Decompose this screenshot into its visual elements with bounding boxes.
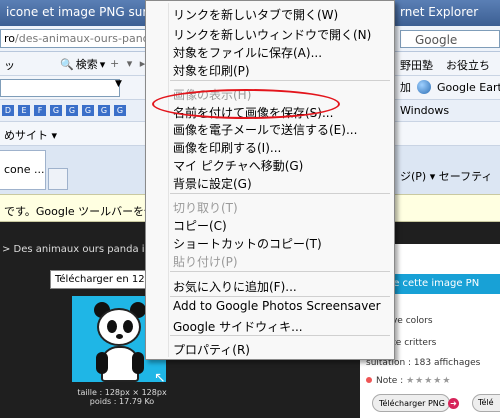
menu-separator [170, 271, 390, 272]
menu-item-open-link-new-tab[interactable]: リンクを新しいタブで開く(W) [146, 3, 394, 23]
toolbar-partial-label: ッ [4, 59, 15, 72]
menu-item-copy[interactable]: コピー(C) [146, 214, 394, 234]
magnifier-icon: 🔍 [60, 57, 74, 71]
panda-left-eye [107, 320, 117, 333]
window-title-suffix: rnet Explorer [400, 5, 479, 19]
note-label: Note : [376, 376, 404, 386]
menu-item-copy-shortcut[interactable]: ショートカットのコピー(T) [146, 232, 394, 252]
arrow-right-icon: ➜ [447, 398, 459, 409]
address-input[interactable]: ro/des-animaux-ours-panda [0, 29, 146, 48]
toolbar-search-field[interactable] [0, 79, 120, 97]
menu-item-email-picture[interactable]: 画像を電子メールで送信する(E)... [146, 118, 394, 138]
bookmark-link-2[interactable]: お役立ち [446, 57, 490, 73]
toolbar-icon-g2[interactable]: G [66, 105, 78, 116]
menu-item-set-as-background[interactable]: 背景に設定(G) [146, 172, 394, 192]
thumbnail-weight: poids : 17.79 Ko [89, 397, 155, 406]
thumbnail-size: taille : 128px × 128px [77, 388, 167, 397]
menu-item-google-sidewiki[interactable]: Google サイドウィキ... [146, 315, 394, 335]
menu-item-paste: 貼り付け(P) [173, 255, 238, 269]
toolbar-icon-g4[interactable]: G [98, 105, 110, 116]
panda-right-paw [132, 352, 144, 374]
menu-item-print-picture[interactable]: 画像を印刷する(I)... [146, 136, 394, 156]
note-bullet-icon [366, 377, 372, 383]
toolbar-icon-g5[interactable]: G [114, 105, 126, 116]
search-box[interactable]: Google [400, 30, 500, 48]
rating-line: Note : ★★★★★ [366, 376, 451, 386]
toolbar-icon-group: D E F G G G G G [2, 105, 126, 116]
menu-item-print-target[interactable]: 対象を印刷(P) [146, 59, 394, 79]
menu-item-open-link-new-window[interactable]: リンクを新しいウィンドウで開く(N) [146, 23, 394, 43]
context-menu: リンクを新しいタブで開く(W) リンクを新しいウィンドウで開く(N) 対象をファ… [145, 0, 395, 360]
address-host: ro [4, 32, 16, 45]
download-other-button[interactable]: Télé [472, 394, 500, 412]
toolbar-icon-g3[interactable]: G [82, 105, 94, 116]
menu-item-cut: 切り取り(T) [173, 201, 238, 215]
search-button-label: 検索 [75, 58, 98, 71]
thumbnail-info: taille : 128px × 128px poids : 17.79 Ko [72, 388, 172, 406]
menu-separator [170, 335, 390, 336]
toolbar-right-group: 加 Google Earth [400, 79, 500, 95]
menu-separator [170, 80, 390, 81]
suggested-sites-link[interactable]: めサイト ▾ [4, 127, 57, 143]
new-tab-button[interactable] [48, 168, 68, 190]
toolbar-icon-e[interactable]: E [18, 105, 30, 116]
bookmark-link-1[interactable]: 野田塾 [400, 57, 433, 73]
highlight-annotation-ellipse [152, 89, 340, 119]
panda-left-paw [96, 352, 108, 374]
panda-nose [116, 334, 123, 339]
download-png-label: Télécharger PNG [379, 399, 445, 408]
download-png-button[interactable]: Télécharger PNG ➜ [372, 394, 459, 412]
google-earth-icon [417, 80, 431, 94]
tab-active[interactable]: cone ... [0, 150, 46, 190]
breadcrumb[interactable]: > Des animaux ours panda icone [2, 244, 169, 255]
mouse-cursor-icon: ↖ [154, 370, 166, 386]
google-earth-button[interactable]: Google Earth [437, 81, 500, 94]
menu-separator [170, 193, 390, 194]
windows-link[interactable]: Windows [400, 104, 449, 117]
search-button[interactable]: 🔍 検索 ▾ [60, 56, 105, 72]
toolbar-icon-d[interactable]: D [2, 105, 14, 116]
menu-item-add-to-favorites[interactable]: お気に入りに追加(F)... [146, 275, 394, 295]
panda-right-eye [123, 320, 133, 333]
menu-item-save-target[interactable]: 対象をファイルに保存(A)... [146, 41, 394, 61]
menu-item-properties[interactable]: プロパティ(R) [146, 338, 394, 358]
toolbar-icon-f[interactable]: F [34, 105, 46, 116]
panda-head [97, 308, 141, 346]
chevron-down-icon: ▾ [99, 57, 106, 71]
toolbar-icon-g1[interactable]: G [50, 105, 62, 116]
dropdown-arrow-icon[interactable]: ▼ [115, 79, 122, 89]
rating-stars[interactable]: ★★★★★ [406, 376, 451, 386]
toolbar-add-label[interactable]: 加 [400, 79, 411, 95]
command-bar[interactable]: ジ(P) ▾ セーフティ [400, 168, 492, 184]
menu-item-google-photos-screensaver[interactable]: Add to Google Photos Screensaver [146, 296, 394, 316]
menu-item-go-to-my-pictures[interactable]: マイ ピクチャへ移動(G) [146, 154, 394, 174]
address-path: /des-animaux-ours-panda [15, 32, 146, 45]
